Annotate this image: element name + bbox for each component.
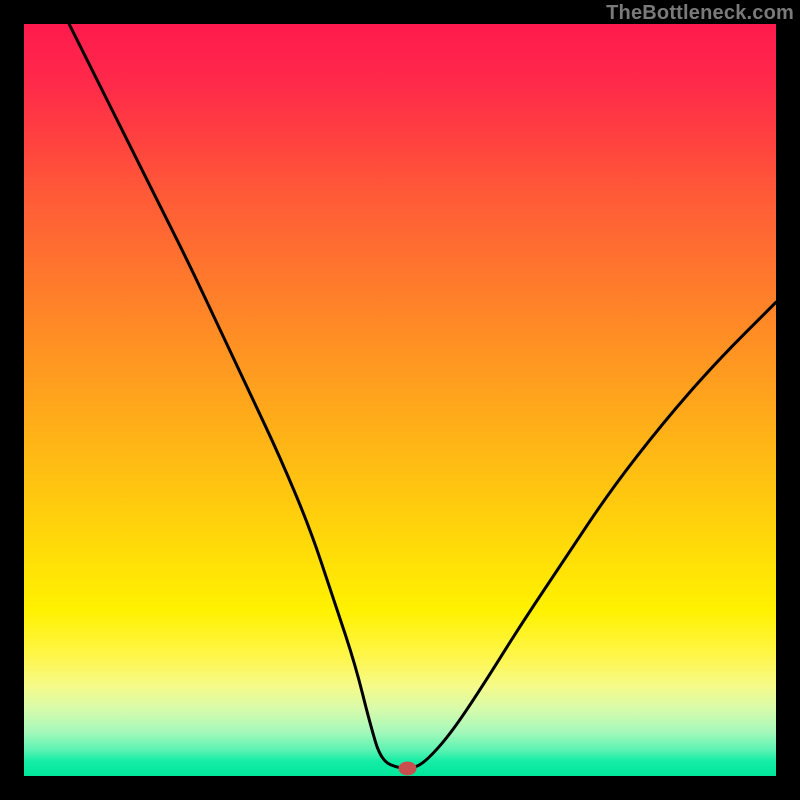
- bottleneck-chart: TheBottleneck.com: [0, 0, 800, 800]
- minimum-marker-dot: [399, 761, 417, 775]
- plot-area: [24, 24, 776, 776]
- watermark-text: TheBottleneck.com: [606, 2, 794, 25]
- curve-svg: [24, 24, 776, 776]
- bottleneck-curve-path: [69, 24, 776, 768]
